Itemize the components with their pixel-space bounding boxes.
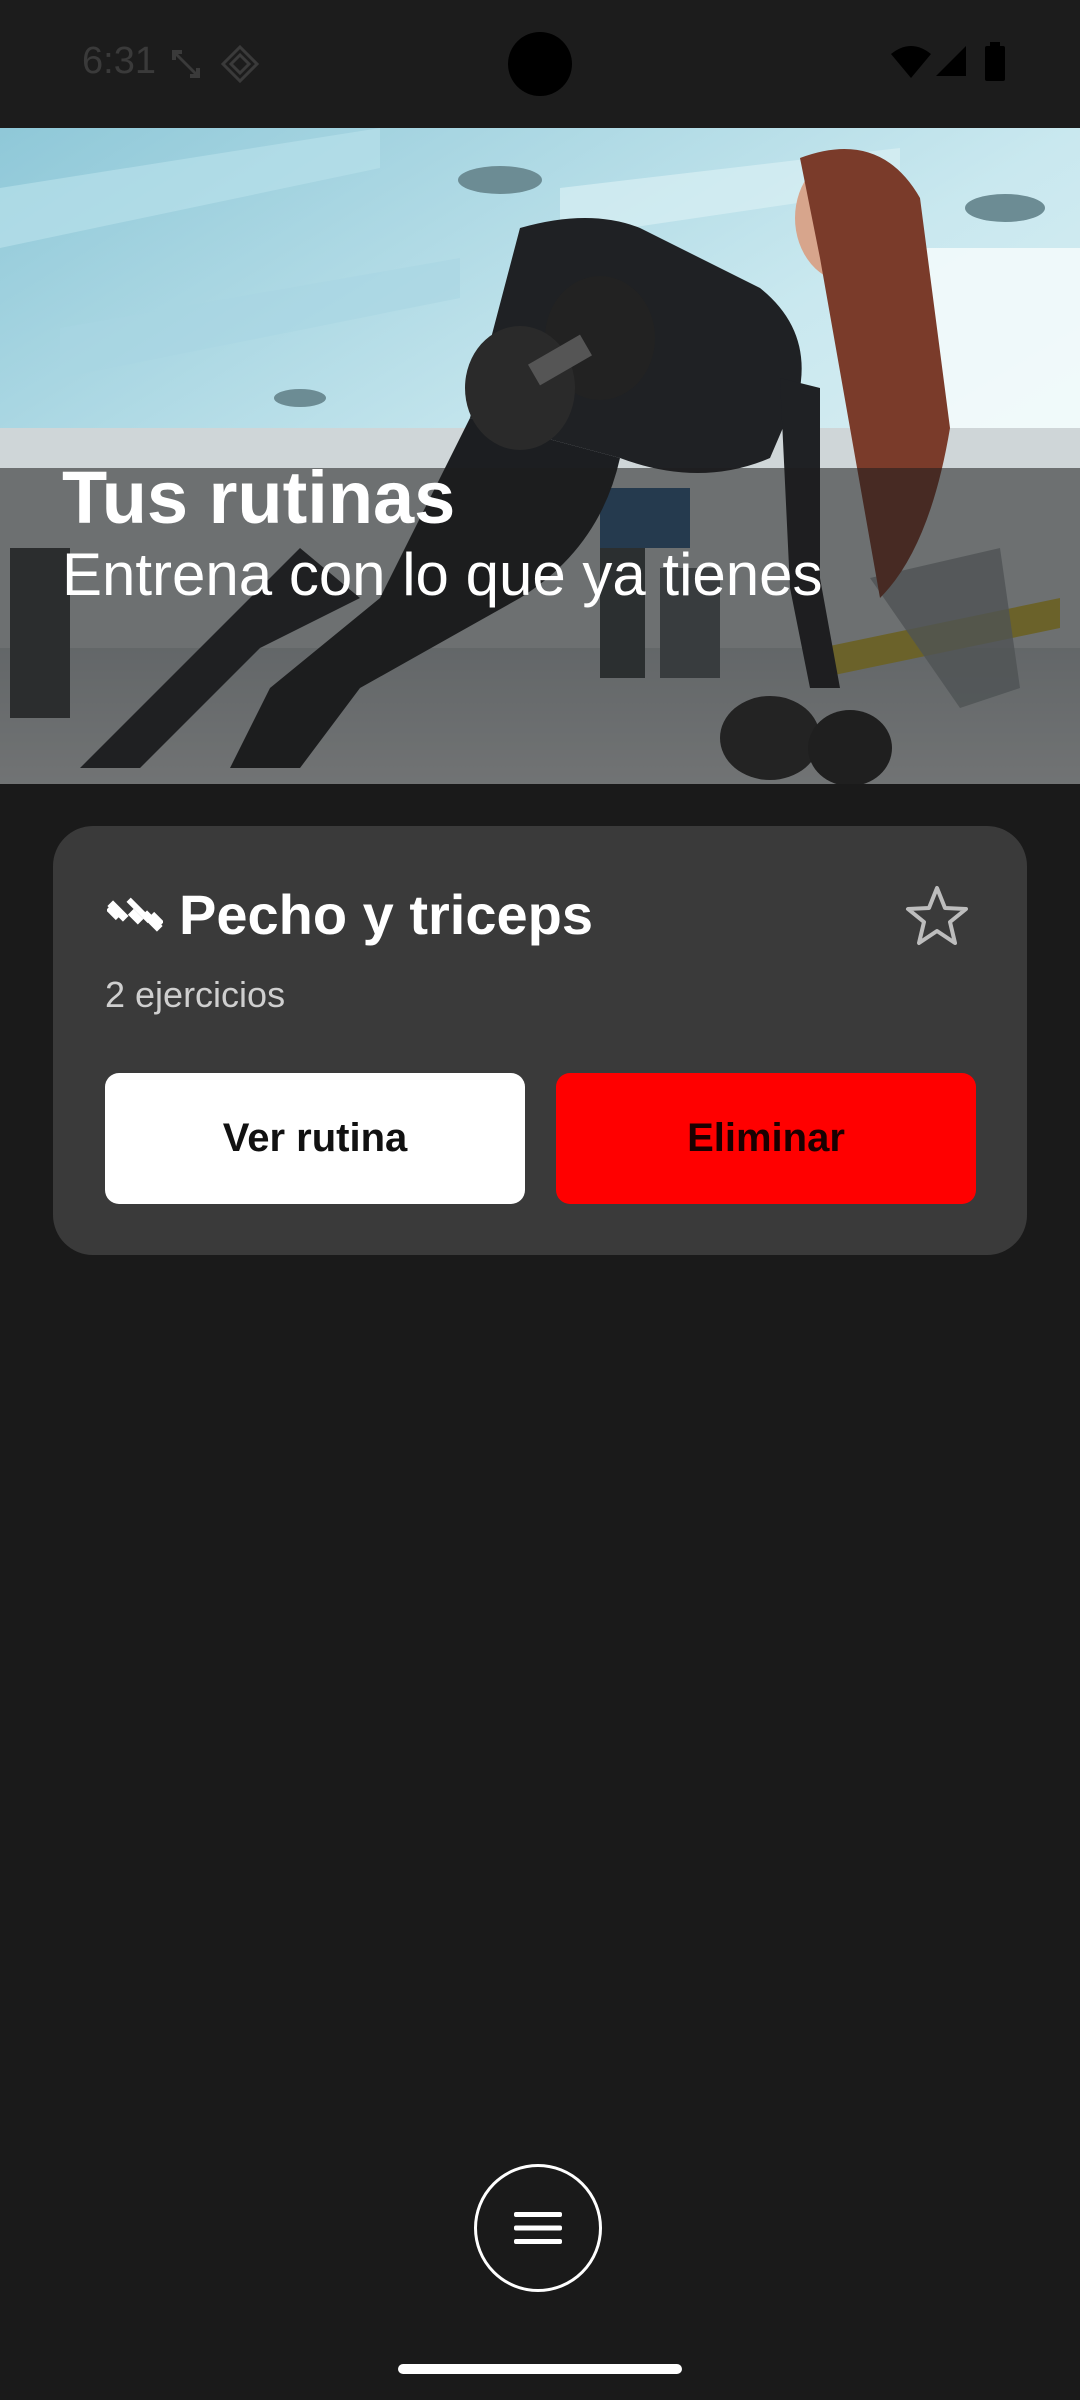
status-time: 6:31: [82, 40, 156, 82]
hero-subtitle: Entrena con lo que ya tienes: [62, 541, 823, 608]
dumbbell-icon: [107, 897, 163, 932]
wifi-icon: [891, 46, 931, 78]
menu-button[interactable]: [474, 2164, 602, 2292]
routine-name: Pecho y triceps: [179, 883, 593, 946]
home-indicator[interactable]: [398, 2364, 682, 2374]
camera-cutout: [508, 32, 572, 96]
cellular-signal-icon: [936, 46, 966, 76]
data-transfer-icon: [172, 50, 200, 78]
view-routine-button[interactable]: Ver rutina: [105, 1073, 525, 1204]
delete-routine-button[interactable]: Eliminar: [556, 1073, 976, 1204]
location-diamond-icon: [220, 44, 260, 84]
status-bar: 6:31: [0, 0, 1080, 128]
hamburger-menu-icon: [514, 2212, 562, 2244]
exercise-count: 2 ejercicios: [105, 974, 286, 1015]
app-screen: 6:31 Tus rutinas Entrena con lo que ya t…: [0, 0, 1080, 2400]
battery-icon: [985, 42, 1005, 81]
star-outline-icon[interactable]: [905, 884, 969, 948]
routine-card: Pecho y triceps 2 ejercicios Ver rutina …: [53, 826, 1027, 1255]
hero-title: Tus rutinas: [62, 456, 456, 539]
